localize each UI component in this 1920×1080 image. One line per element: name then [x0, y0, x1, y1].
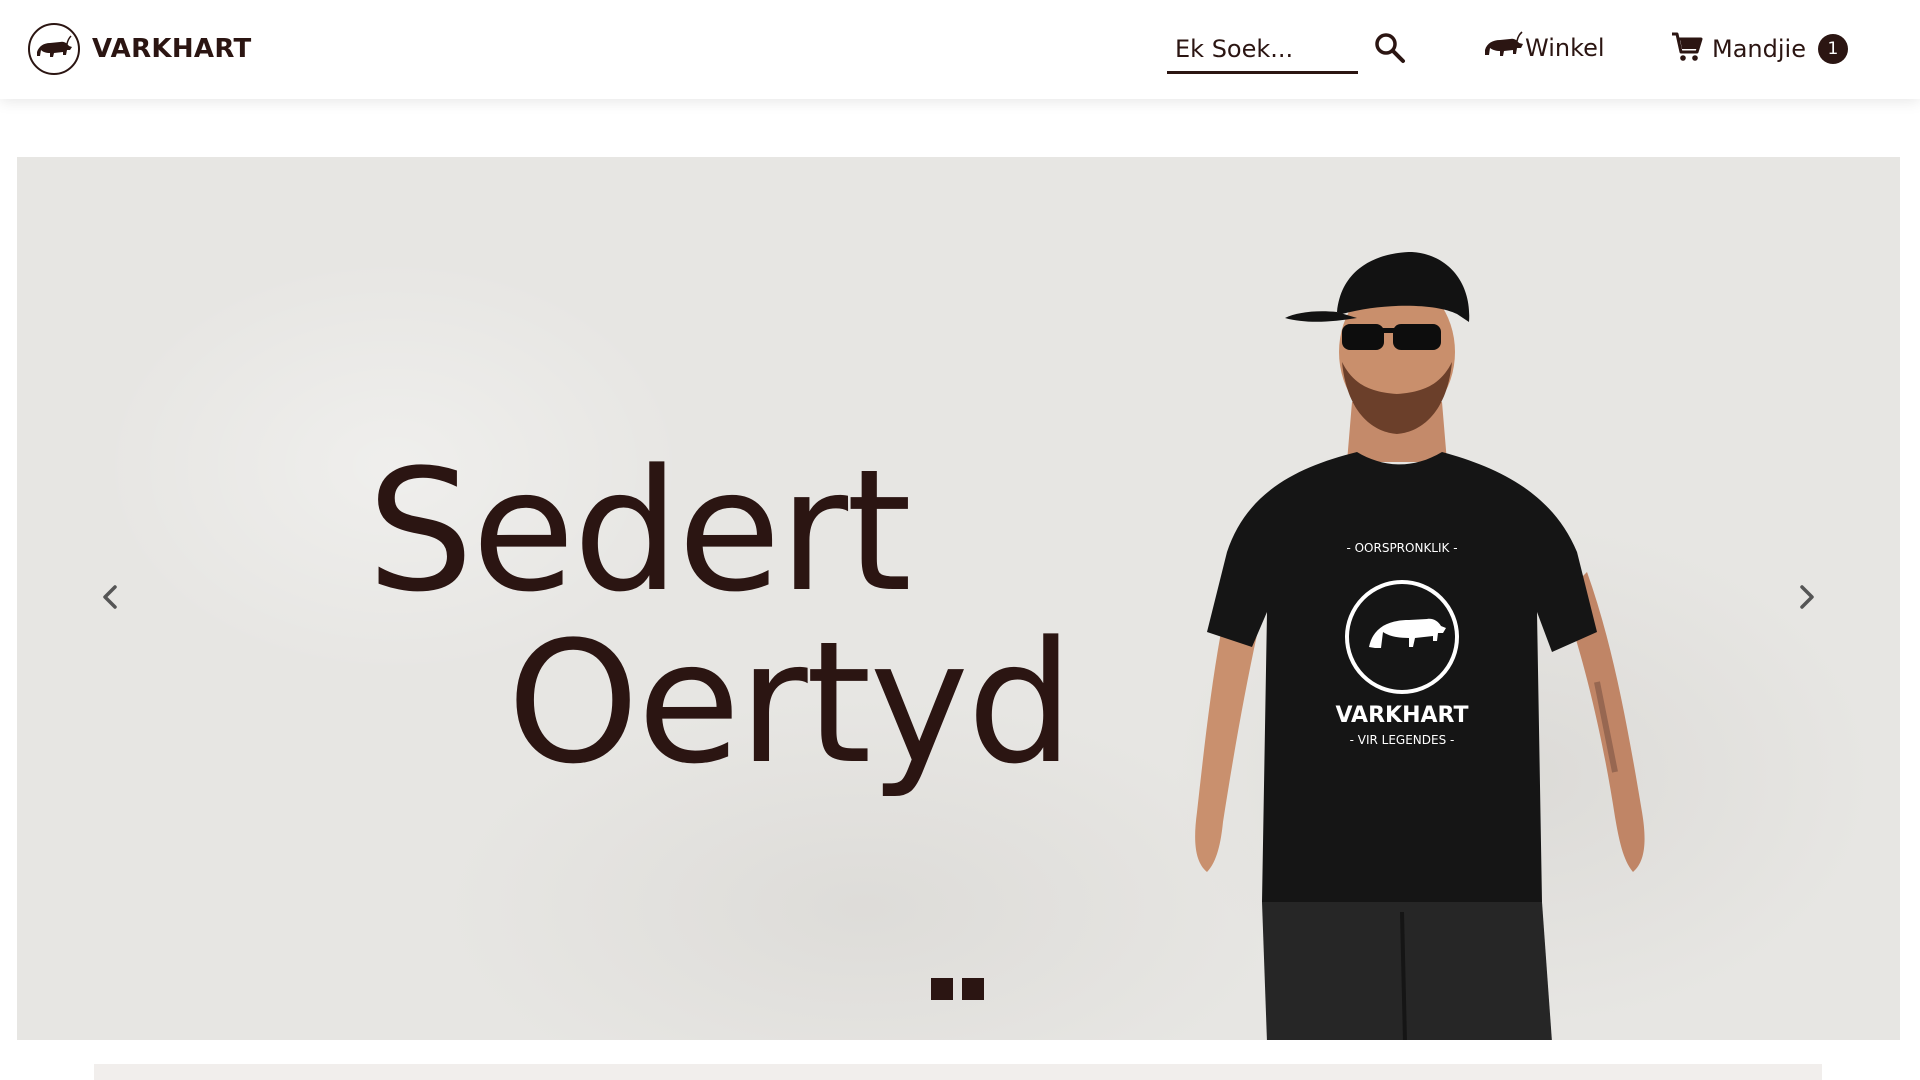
content-section-edge	[94, 1064, 1822, 1080]
nav-shop-link[interactable]: Winkel	[1483, 30, 1605, 66]
carousel-dot-2[interactable]	[962, 978, 984, 1000]
search-input[interactable]	[1167, 26, 1358, 74]
boar-logo-icon	[28, 23, 80, 75]
nav-cart-label: Mandjie	[1712, 35, 1806, 63]
nav-cart-link[interactable]: Mandjie 1	[1670, 30, 1848, 68]
hero-carousel: Sedert Oertyd - OORSPRONKLIK - VARKHART …	[17, 157, 1900, 1040]
cart-icon	[1670, 30, 1704, 68]
shirt-top-text: - OORSPRONKLIK -	[1346, 541, 1457, 555]
brand-name: VARKHART	[92, 34, 252, 64]
cart-count-badge: 1	[1817, 34, 1848, 64]
chevron-left-icon[interactable]	[90, 577, 130, 617]
nav-shop-label: Winkel	[1525, 34, 1605, 62]
boar-icon	[1483, 30, 1525, 66]
model-photo: - OORSPRONKLIK - VARKHART - VIR LEGENDES…	[1195, 252, 1645, 1040]
brand-logo-link[interactable]: VARKHART	[28, 23, 252, 75]
site-header: VARKHART Winkel Mandjie 1	[0, 0, 1920, 99]
carousel-dot-1[interactable]	[931, 978, 953, 1000]
shirt-bottom-text: - VIR LEGENDES -	[1350, 733, 1455, 747]
hero-headline-line-1: Sedert	[367, 433, 912, 629]
search-field-wrapper	[1167, 26, 1358, 74]
chevron-right-icon[interactable]	[1787, 577, 1827, 617]
carousel-indicators	[931, 978, 984, 1000]
search-icon[interactable]	[1372, 30, 1408, 66]
shirt-brand-text: VARKHART	[1336, 703, 1469, 728]
hero-headline-line-2: Oertyd	[507, 605, 1074, 801]
